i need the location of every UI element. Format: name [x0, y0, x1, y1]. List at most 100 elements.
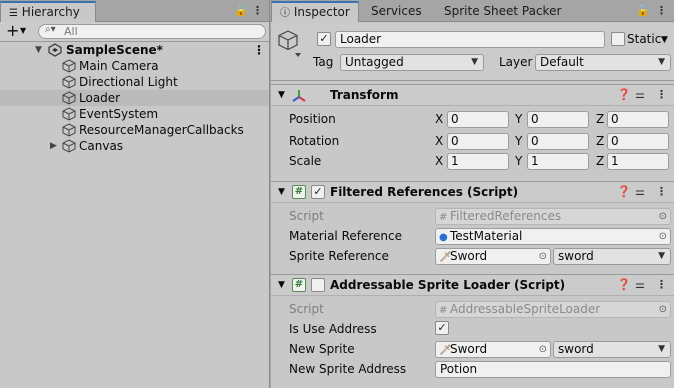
fold-open-icon[interactable]: ▼: [278, 280, 285, 290]
rotation-x-field[interactable]: 0: [447, 133, 509, 150]
position-z-field[interactable]: 0: [607, 111, 669, 128]
is-use-address-checkbox[interactable]: ✓: [435, 321, 449, 335]
component-enabled-checkbox[interactable]: ✓: [311, 185, 325, 199]
tag-dropdown[interactable]: Untagged ▼: [340, 54, 484, 71]
tab-hierarchy[interactable]: ☰ Hierarchy: [0, 1, 96, 22]
inspector-tabbar: ⓘ Inspector Services Sprite Sheet Packer…: [271, 0, 674, 22]
material-sphere-icon: ●: [439, 232, 448, 243]
list-item[interactable]: ResourceManagerCallbacks: [0, 122, 269, 138]
active-checkbox[interactable]: ✓: [317, 32, 331, 46]
preset-sliders-icon[interactable]: ⚌: [635, 278, 645, 291]
preset-sliders-icon[interactable]: ⚌: [635, 185, 645, 198]
material-reference-label: Material Reference: [289, 229, 402, 243]
filtered-references-title: Filtered References (Script): [330, 185, 519, 199]
scale-x-field[interactable]: 1: [447, 153, 509, 170]
sprite-sub-dropdown[interactable]: sword ▼: [553, 248, 671, 265]
new-sprite-label: New Sprite: [289, 342, 355, 356]
script-icon: #: [292, 185, 306, 199]
preset-sliders-icon[interactable]: ⚌: [635, 88, 645, 101]
add-icon[interactable]: +: [6, 22, 19, 40]
more-options-icon[interactable]: ⋮: [656, 4, 667, 17]
transform-header[interactable]: ▼ Transform ❓ ⚌ ⋮: [271, 84, 674, 106]
tab-services[interactable]: Services: [363, 1, 430, 22]
filtered-references-header[interactable]: ▼ # ✓ Filtered References (Script) ❓ ⚌ ⋮: [271, 181, 674, 203]
list-item[interactable]: Directional Light: [0, 74, 269, 90]
sprite-sub-value: sword: [558, 249, 594, 263]
is-use-address-label: Is Use Address: [289, 322, 377, 336]
object-picker-icon[interactable]: ⊙: [659, 229, 667, 244]
component-enabled-checkbox[interactable]: [311, 278, 325, 292]
help-icon[interactable]: ❓: [617, 278, 631, 291]
tab-inspector[interactable]: ⓘ Inspector: [271, 1, 359, 22]
list-item-label: Loader: [79, 91, 121, 105]
object-header: ✓ Loader Static ▼ Tag Untagged ▼ Layer D…: [271, 23, 674, 81]
gameobject-cube-icon: [62, 123, 76, 137]
list-icon: ☰: [9, 8, 18, 19]
object-picker-icon[interactable]: ⊙: [539, 249, 547, 264]
axis-x-label: X: [435, 134, 444, 148]
component-menu-icon[interactable]: ⋮: [656, 278, 667, 291]
tab-hierarchy-label: Hierarchy: [21, 5, 80, 19]
fold-closed-icon[interactable]: ▶: [50, 138, 57, 154]
rotation-y-field[interactable]: 0: [527, 133, 589, 150]
axis-y-label: Y: [515, 112, 523, 126]
gameobject-cube-icon: [62, 107, 76, 121]
axis-x-label: X: [435, 112, 444, 126]
axis-z-label: Z: [596, 134, 605, 148]
material-reference-field[interactable]: ● TestMaterial ⊙: [435, 228, 671, 245]
axis-z-label: Z: [596, 154, 605, 168]
script-file-icon: #: [439, 305, 448, 316]
scale-label: Scale: [289, 154, 322, 168]
position-x-field[interactable]: 0: [447, 111, 509, 128]
inspector-panel: ⓘ Inspector Services Sprite Sheet Packer…: [271, 0, 674, 388]
object-picker-icon: ⊙: [658, 304, 667, 315]
list-item[interactable]: ▶ Canvas: [0, 138, 269, 154]
help-icon[interactable]: ❓: [617, 88, 631, 101]
static-checkbox[interactable]: [611, 32, 625, 46]
list-item-label: Main Camera: [79, 59, 159, 73]
tab-services-label: Services: [371, 4, 422, 18]
addressable-sprite-loader-header[interactable]: ▼ # Addressable Sprite Loader (Script) ❓…: [271, 274, 674, 296]
chevron-down-icon[interactable]: ▼: [661, 32, 668, 48]
gameobject-cube-icon[interactable]: [277, 29, 303, 59]
component-menu-icon[interactable]: ⋮: [656, 185, 667, 198]
position-y-field[interactable]: 0: [527, 111, 589, 128]
lock-icon[interactable]: 🔒: [636, 4, 650, 17]
script-field: # FilteredReferences ⊙: [435, 208, 671, 225]
sprite-reference-field[interactable]: 🗡 Sword ⊙: [435, 248, 551, 265]
component-menu-icon[interactable]: ⋮: [656, 88, 667, 101]
fold-open-icon[interactable]: ▼: [278, 187, 285, 197]
more-options-icon[interactable]: ⋮: [252, 4, 263, 17]
fold-open-icon[interactable]: ▼: [278, 90, 285, 100]
scene-more-icon[interactable]: ⋮: [253, 42, 265, 58]
scale-z-field[interactable]: 1: [607, 153, 669, 170]
layer-dropdown[interactable]: Default ▼: [535, 54, 671, 71]
hierarchy-tabbar: ☰ Hierarchy 🔒 ⋮: [0, 0, 269, 22]
scale-y-field[interactable]: 1: [527, 153, 589, 170]
new-sprite-sub-dropdown[interactable]: sword ▼: [553, 341, 671, 358]
search-icon: ⌕▾: [45, 24, 56, 35]
search-input[interactable]: ⌕▾ All: [38, 24, 266, 39]
object-picker-icon: ⊙: [658, 211, 667, 222]
list-item[interactable]: EventSystem: [0, 106, 269, 122]
chevron-down-icon[interactable]: ▼: [20, 26, 26, 35]
tab-sprite-sheet-packer-label: Sprite Sheet Packer: [444, 4, 562, 18]
object-name-field[interactable]: Loader: [335, 31, 605, 48]
new-sprite-address-field[interactable]: Potion: [435, 361, 671, 378]
filtered-references-component: ▼ # ✓ Filtered References (Script) ❓ ⚌ ⋮…: [271, 181, 674, 273]
new-sprite-field[interactable]: 🗡 Sword ⊙: [435, 341, 551, 358]
tab-sprite-sheet-packer[interactable]: Sprite Sheet Packer: [436, 1, 569, 22]
list-item[interactable]: Main Camera: [0, 58, 269, 74]
help-icon[interactable]: ❓: [617, 185, 631, 198]
object-picker-icon[interactable]: ⊙: [539, 342, 547, 357]
tag-label: Tag: [313, 55, 334, 69]
list-item-selected[interactable]: Loader: [0, 90, 269, 106]
fold-open-icon[interactable]: ▼: [35, 42, 42, 58]
hierarchy-panel: ☰ Hierarchy 🔒 ⋮ + ▼ ⌕▾ All ▼ SampleScene…: [0, 0, 270, 388]
rotation-label: Rotation: [289, 134, 340, 148]
chevron-down-icon: ▼: [471, 57, 478, 67]
rotation-z-field[interactable]: 0: [607, 133, 669, 150]
lock-icon[interactable]: 🔒: [234, 4, 248, 17]
scene-row[interactable]: ▼ SampleScene* ⋮: [0, 42, 269, 58]
new-sprite-sub-value: sword: [558, 342, 594, 356]
